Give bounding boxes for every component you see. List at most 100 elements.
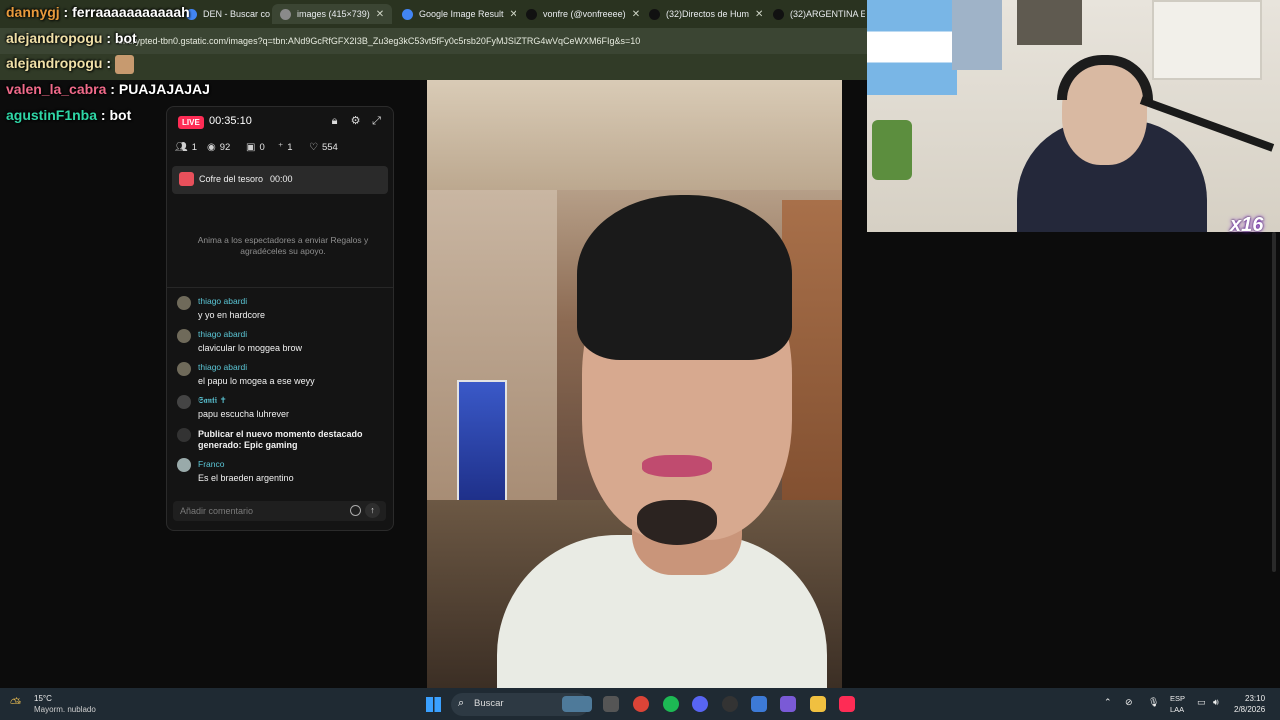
search-highlight-icon[interactable]	[562, 696, 592, 712]
volume-icon[interactable]: 🔊︎	[1213, 697, 1219, 708]
obs-icon[interactable]	[722, 696, 738, 712]
clock-time[interactable]: 23:10	[1245, 694, 1265, 703]
avatar[interactable]	[177, 395, 191, 409]
treasure-chest-label: Cofre del tesoro	[199, 174, 264, 184]
gift-icon: ▣	[246, 142, 256, 153]
comment-placeholder: Añadir comentario	[180, 506, 254, 516]
person-beanie	[577, 195, 792, 360]
google-icon	[402, 8, 413, 20]
live-timer: 00:35:10	[209, 115, 252, 127]
stat-new-followers: ⁺ 1	[278, 142, 293, 153]
chat-line: alejandropogu : bot	[6, 30, 137, 46]
wall-poster	[1017, 0, 1082, 45]
keyboard-layout[interactable]: LAA	[1170, 705, 1184, 714]
person-beard	[637, 500, 717, 545]
stat-likes: ♡ 554	[309, 142, 338, 153]
tiktok-icon	[649, 8, 660, 20]
stat-viewers-now: 👥︎ 1	[175, 142, 197, 153]
system-message: Publicar el nuevo momento destacado gene…	[198, 429, 363, 450]
scrollbar[interactable]	[1272, 232, 1276, 572]
heart-icon: ♡	[309, 142, 318, 153]
ceiling	[427, 80, 842, 190]
spotify-icon[interactable]	[663, 696, 679, 712]
figurine	[872, 120, 912, 180]
tab-tiktok-directos[interactable]: (32)Directos de Hum ✕	[641, 4, 763, 24]
chat-line: agustinF1nba : bot	[6, 107, 132, 123]
gift-counter: x16	[1230, 214, 1264, 236]
avatar[interactable]	[177, 458, 191, 472]
display-icon[interactable]: ▭	[1197, 697, 1206, 708]
chevron-up-icon[interactable]: ⌃	[1104, 697, 1112, 708]
close-icon[interactable]: ✕	[376, 9, 384, 20]
task-view-icon[interactable]	[603, 696, 619, 712]
tab-google-image-result[interactable]: Google Image Result ✕	[394, 4, 516, 24]
chat-line: dannygj : ferraaaaaaaaaaah	[6, 4, 190, 20]
close-icon[interactable]: ✕	[510, 9, 516, 20]
tiktok-icon	[177, 428, 191, 442]
network-icon[interactable]: ⊘	[1125, 697, 1133, 708]
search-icon: ⌕	[458, 697, 465, 709]
chat-username: alejandropogu	[6, 55, 103, 72]
lock-icon[interactable]: 🔒︎	[328, 115, 341, 128]
clock-date[interactable]: 2/8/2026	[1234, 705, 1265, 714]
tiktok-icon	[773, 8, 784, 20]
discord-icon[interactable]	[692, 696, 708, 712]
send-button[interactable]: ↑	[365, 503, 380, 518]
comment-username[interactable]: thiago abardi	[198, 362, 247, 372]
treasure-chest-icon	[179, 172, 194, 186]
comment-username[interactable]: thiago abardi	[198, 329, 247, 339]
snipping-tool-icon[interactable]	[780, 696, 796, 712]
divider	[167, 287, 393, 288]
url-text[interactable]: encrypted-tbn0.gstatic.com/images?q=tbn:…	[118, 36, 640, 46]
settings-icon[interactable]: ⚙	[349, 115, 362, 128]
search-label: Buscar	[474, 698, 504, 709]
tiktok-video-frame	[427, 80, 842, 688]
weather-temp[interactable]: 15°C	[34, 694, 52, 703]
gift-prompt-text: Anima a los espectadores a enviar Regalo…	[197, 235, 369, 256]
chat-username: agustinF1nba	[6, 107, 98, 123]
headset	[1057, 55, 1153, 100]
tiktok-live-studio-icon[interactable]	[839, 696, 855, 712]
avatar[interactable]	[177, 362, 191, 376]
chat-username: dannygj	[6, 4, 60, 20]
person-lips	[642, 455, 712, 477]
expand-icon[interactable]: ⤢	[370, 115, 383, 128]
wall-poster	[952, 0, 1002, 70]
tab-tiktok-vonfre[interactable]: vonfre (@vonfreeee) ✕	[518, 4, 640, 24]
close-icon[interactable]: ✕	[755, 9, 763, 20]
chat-username: valen_la_cabra	[6, 81, 107, 97]
microphone-icon[interactable]: 🎙︎	[1148, 697, 1159, 708]
language-indicator[interactable]: ESP	[1170, 694, 1185, 703]
comment-text: clavicular lo moggea brow	[198, 343, 303, 353]
tiktok-icon	[526, 8, 537, 20]
comment-username[interactable]: Franco	[198, 459, 224, 469]
comment-text: papu escucha luhrever	[198, 409, 290, 419]
argentina-flag	[867, 0, 957, 95]
comment-username[interactable]: thiago abardi	[198, 296, 247, 306]
tab-search[interactable]: DEN - Buscar co ✕	[178, 4, 270, 24]
chrome-icon[interactable]	[633, 696, 649, 712]
treasure-chest-time: 00:00	[270, 174, 293, 184]
comment-text: el papu lo mogea a ese weyy	[198, 376, 315, 386]
tab-tiktok-argentina[interactable]: (32)ARGENTINA EN	[765, 4, 865, 24]
tab-images[interactable]: images (415×739) ✕	[272, 4, 392, 24]
avatar[interactable]	[177, 296, 191, 310]
drink-fridge	[457, 380, 507, 505]
chat-line: valen_la_cabra : PUAJAJAJAJ	[6, 81, 210, 97]
chat-username: alejandropogu	[6, 30, 103, 46]
comment-username[interactable]: 𝕾𝖆𝖓𝖙𝖎 ✝	[198, 395, 227, 406]
users-icon: 👥︎	[175, 142, 188, 153]
notepad-icon[interactable]	[751, 696, 767, 712]
avatar[interactable]	[177, 329, 191, 343]
weather-desc[interactable]: Mayorm. nublado	[34, 705, 96, 714]
file-explorer-icon[interactable]	[810, 696, 826, 712]
comment-text: Es el braeden argentino	[198, 473, 294, 483]
chat-emote-icon	[114, 55, 134, 74]
whiteboard	[1152, 0, 1262, 80]
weather-icon[interactable]: ⛅︎	[10, 695, 30, 711]
close-icon[interactable]: ✕	[632, 9, 640, 20]
comment-text: y yo en hardcore	[198, 310, 266, 320]
webcam-feed	[867, 0, 1280, 232]
windows-start-icon[interactable]	[426, 697, 441, 712]
emoji-icon[interactable]	[350, 505, 361, 516]
